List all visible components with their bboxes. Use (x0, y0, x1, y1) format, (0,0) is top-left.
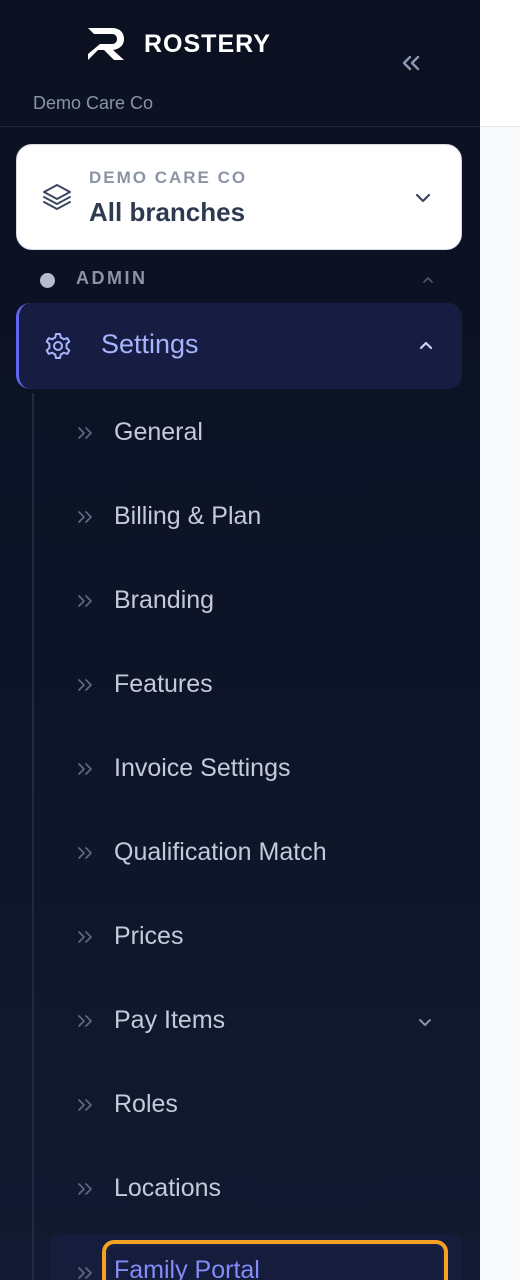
section-label-admin[interactable]: ADMIN (76, 268, 148, 289)
branch-selector[interactable]: DEMO CARE CO All branches (16, 144, 462, 250)
sidebar-item-label: Qualification Match (114, 838, 327, 866)
main-topbar (480, 0, 520, 127)
double-chevron-right-icon (78, 1015, 92, 1027)
app-page: ROSTERY Demo Care Co DEMO CARE CO All br… (0, 0, 520, 1280)
sidebar-item-locations[interactable]: Locations (50, 1154, 462, 1224)
double-chevron-right-icon (78, 1099, 92, 1111)
sidebar-item-label: Invoice Settings (114, 754, 291, 782)
submenu-tree-line (32, 393, 34, 1280)
chevron-down-icon (415, 193, 431, 203)
double-chevron-right-icon (78, 595, 92, 607)
sidebar-item-qualification-match[interactable]: Qualification Match (50, 818, 462, 888)
organization-name: Demo Care Co (33, 93, 154, 113)
sidebar-item-label: Roles (114, 1090, 178, 1118)
sidebar-item-settings[interactable]: Settings (16, 303, 462, 389)
double-chevron-right-icon (78, 931, 92, 943)
sidebar-item-features[interactable]: Features (50, 650, 462, 720)
brand-name: ROSTERY (144, 29, 271, 58)
sidebar-item-pay-items[interactable]: Pay Items (50, 986, 462, 1056)
sidebar-item-label: Family Portal (114, 1256, 260, 1280)
chevron-up-icon (419, 341, 433, 350)
double-chevron-right-icon (78, 847, 92, 859)
sidebar-item-label: Prices (114, 922, 184, 950)
double-chevron-right-icon (78, 427, 92, 439)
sidebar-item-prices[interactable]: Prices (50, 902, 462, 972)
main-content-area (480, 0, 520, 1280)
sidebar-item-label: Branding (114, 586, 215, 614)
sidebar-header: ROSTERY Demo Care Co (0, 0, 480, 127)
sidebar-item-branding[interactable]: Branding (50, 566, 462, 636)
double-chevron-right-icon (78, 679, 92, 691)
branch-selector-value: All branches (89, 197, 246, 227)
chevron-down-icon[interactable] (416, 1013, 434, 1031)
sidebar-item-billing-plan[interactable]: Billing & Plan (50, 482, 462, 552)
sidebar-item-roles[interactable]: Roles (50, 1070, 462, 1140)
collapse-sidebar-button[interactable] (396, 48, 426, 78)
gear-icon (45, 333, 71, 359)
branch-selector-label: DEMO CARE CO (89, 168, 248, 187)
sidebar-item-label: Locations (114, 1174, 222, 1202)
chevron-up-icon[interactable] (420, 272, 436, 288)
rostery-logo-icon (88, 28, 124, 60)
sidebar-item-general[interactable]: General (50, 398, 462, 468)
double-chevron-right-icon (78, 511, 92, 523)
double-chevron-right-icon (78, 1267, 92, 1279)
sidebar-item-label: Settings (101, 329, 199, 359)
sidebar: ROSTERY Demo Care Co DEMO CARE CO All br… (0, 0, 480, 1280)
sidebar-item-label: General (114, 418, 203, 446)
sidebar-item-invoice-settings[interactable]: Invoice Settings (50, 734, 462, 804)
brand-logo[interactable]: ROSTERY (86, 26, 271, 62)
section-dot-icon (40, 273, 55, 288)
sidebar-item-label: Billing & Plan (114, 502, 262, 530)
sidebar-item-family-portal[interactable]: Family Portal (50, 1234, 462, 1280)
sidebar-item-label: Pay Items (114, 1006, 226, 1034)
double-chevron-right-icon (78, 763, 92, 775)
layers-icon (43, 184, 71, 210)
sidebar-item-label: Features (114, 670, 213, 698)
double-chevron-right-icon (78, 1183, 92, 1195)
double-chevron-left-icon (402, 55, 420, 71)
